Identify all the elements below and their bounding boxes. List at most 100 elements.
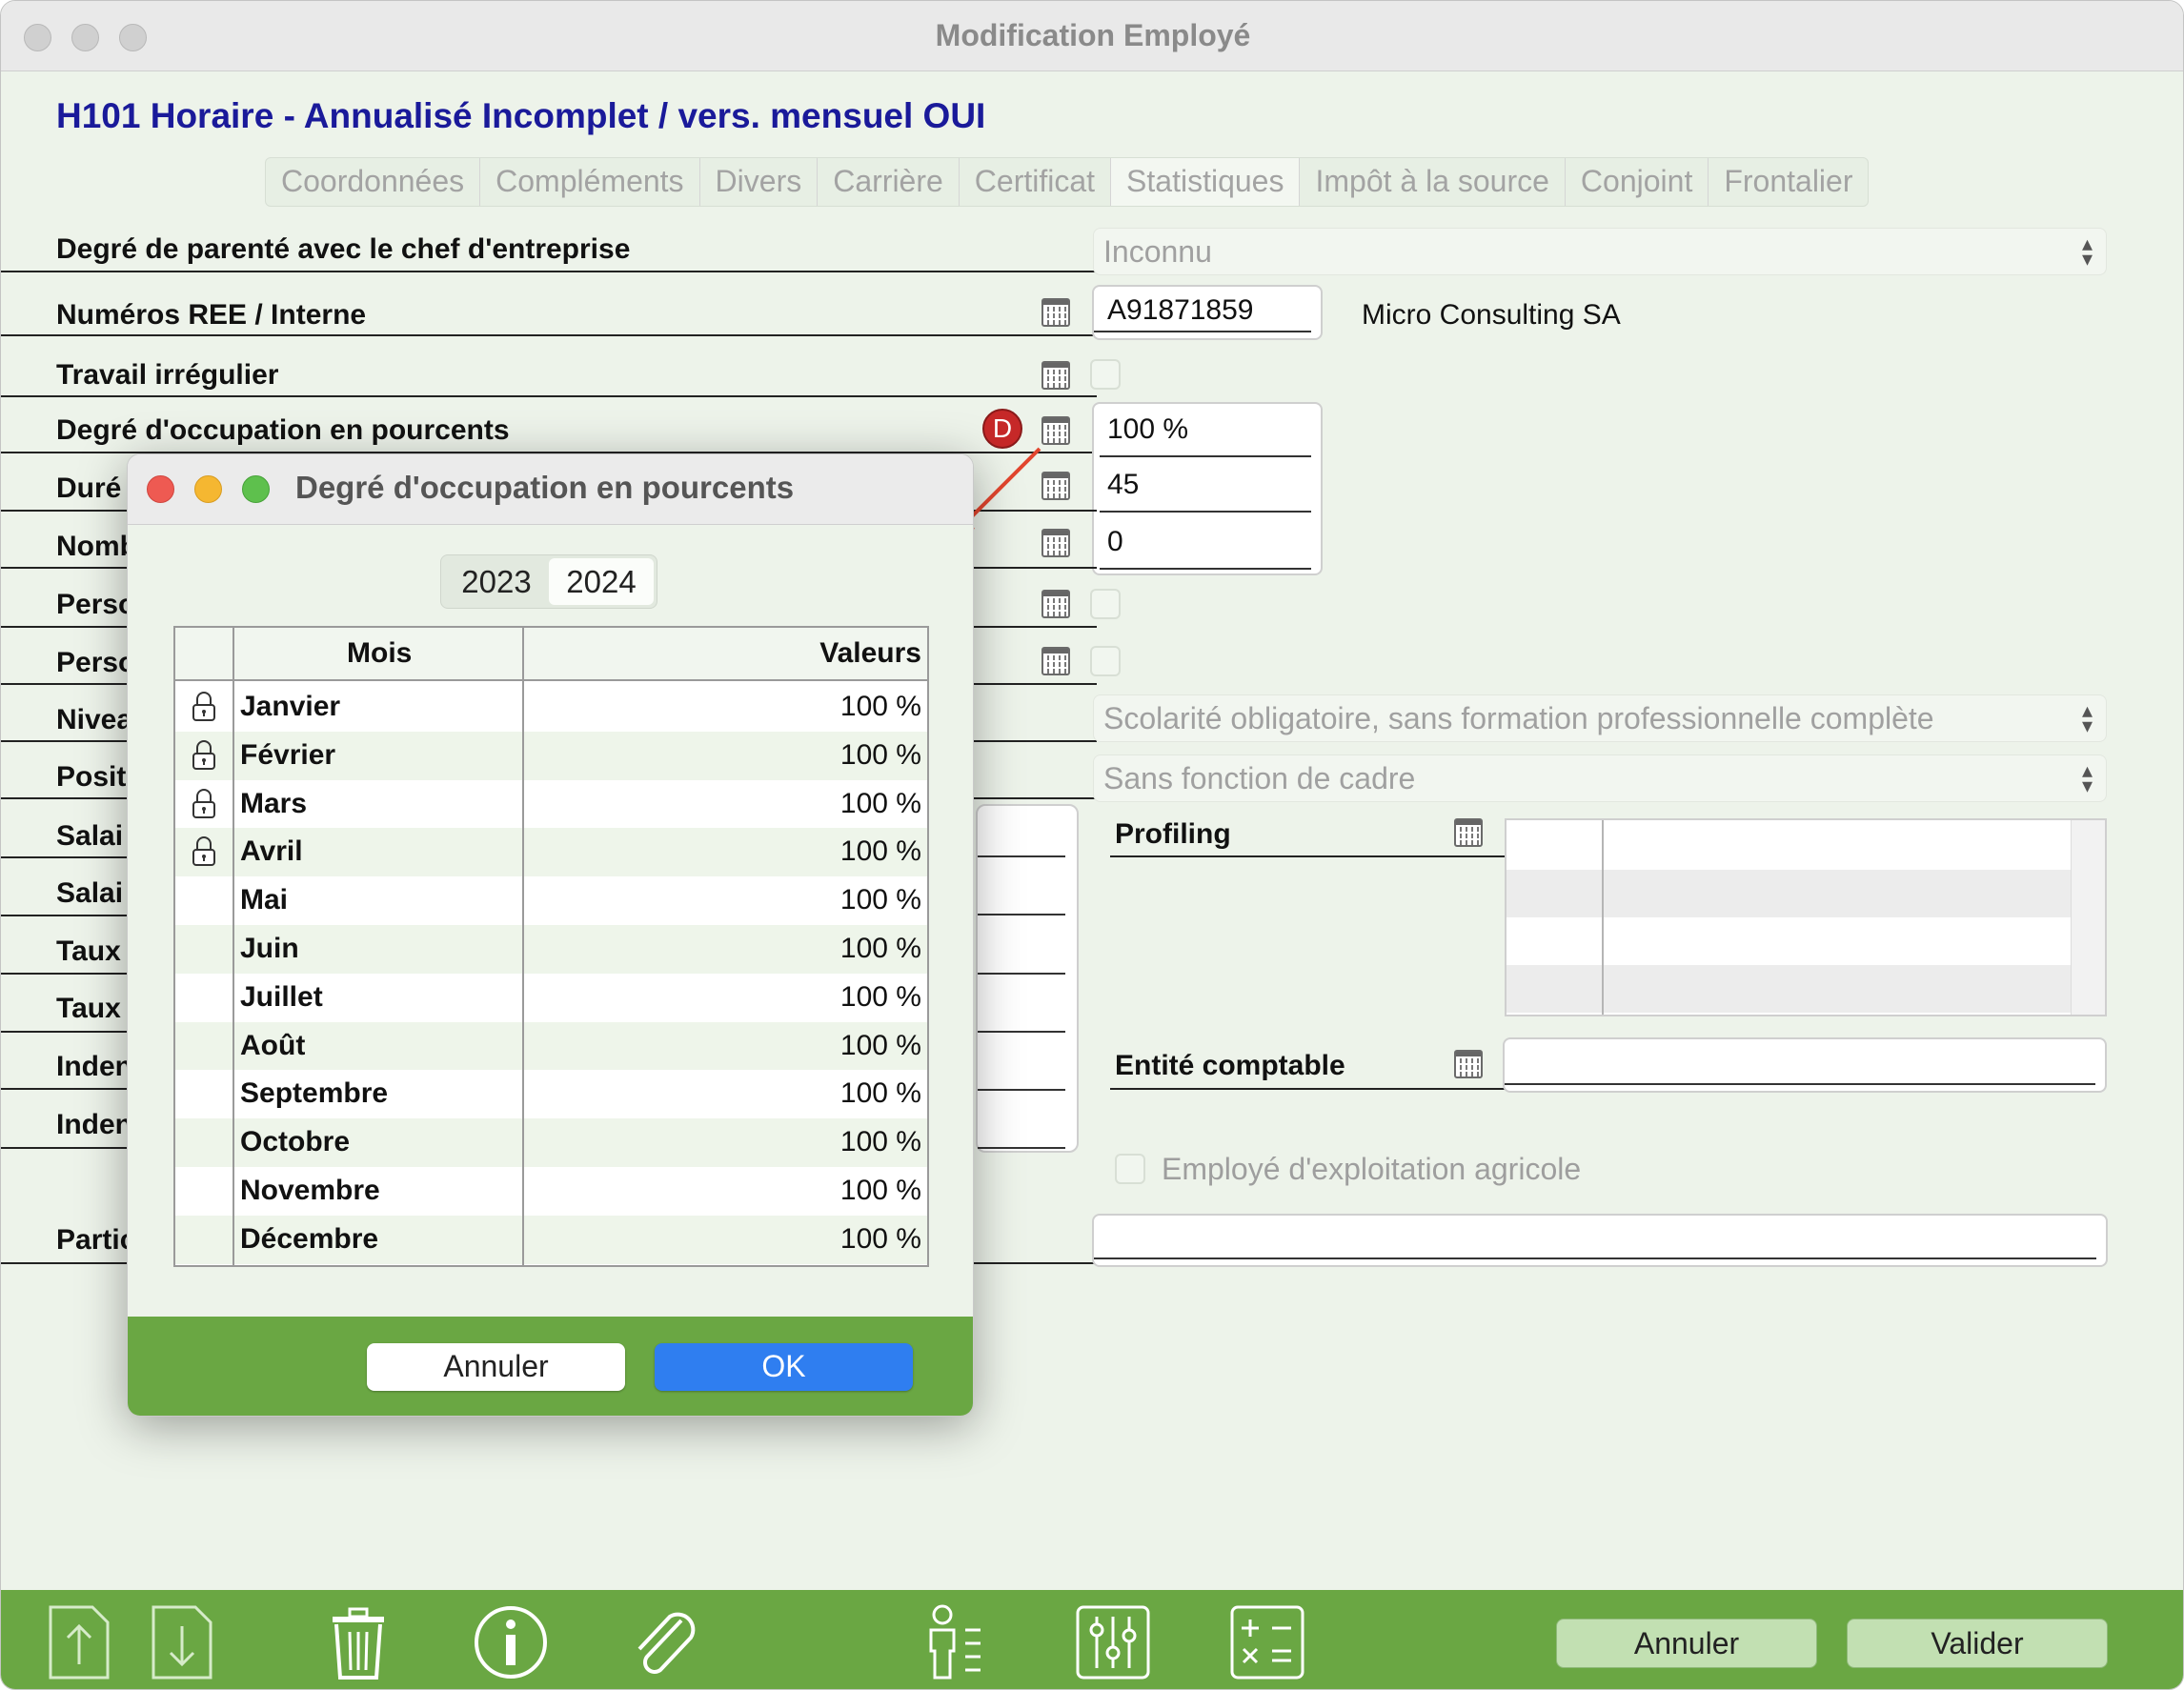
month-value[interactable]: 100 % [840, 1223, 921, 1256]
divider [1, 271, 1097, 272]
lock-icon[interactable] [191, 739, 217, 772]
dialog-minimize-button[interactable] [194, 475, 222, 503]
lock-icon[interactable] [191, 788, 217, 820]
table-row[interactable]: Juin 100 % [175, 925, 927, 974]
table-header: Mois Valeurs [175, 628, 927, 681]
calendar-icon[interactable] [1041, 361, 1070, 390]
list-row-stripe [1507, 870, 2071, 917]
calendar-icon[interactable] [1041, 472, 1070, 500]
dialog-zoom-button[interactable] [242, 475, 270, 503]
month-label: Novembre [240, 1175, 380, 1206]
month-label: Mars [240, 787, 308, 819]
month-value[interactable]: 100 % [840, 884, 921, 916]
employee-list-icon[interactable] [918, 1601, 1000, 1683]
tab-coordonnees[interactable]: Coordonnées [266, 158, 481, 206]
nombre-value[interactable]: 0 [1107, 526, 1123, 558]
niveau-select[interactable]: Scolarité obligatoire, sans formation pr… [1093, 694, 2107, 742]
tab-conjoint[interactable]: Conjoint [1566, 158, 1709, 206]
table-row[interactable]: Novembre 100 % [175, 1167, 927, 1216]
month-label: Juin [240, 933, 299, 964]
table-row[interactable]: Janvier 100 % [175, 683, 927, 732]
table-row[interactable]: Mai 100 % [175, 876, 927, 926]
month-value[interactable]: 100 % [840, 1126, 921, 1158]
tab-divers[interactable]: Divers [700, 158, 819, 206]
particularite-input[interactable] [1092, 1214, 2108, 1267]
dialog-close-button[interactable] [147, 475, 174, 503]
calendar-icon[interactable] [1041, 416, 1070, 445]
month-value[interactable]: 100 % [840, 739, 921, 772]
numeros-value: A91871859 [1107, 294, 1254, 326]
agricole-checkbox[interactable] [1115, 1154, 1145, 1184]
table-row[interactable]: Février 100 % [175, 731, 927, 780]
calculator-icon[interactable] [1226, 1601, 1308, 1683]
month-value[interactable]: 100 % [840, 933, 921, 965]
tab-impot-source[interactable]: Impôt à la source [1300, 158, 1566, 206]
degre-value[interactable]: 100 % [1107, 413, 1188, 446]
dialog-cancel-button[interactable]: Annuler [367, 1343, 625, 1391]
position-select[interactable]: Sans fonction de cadre ▴ ▾ [1093, 754, 2107, 802]
lock-icon[interactable] [191, 691, 217, 723]
divider [1, 915, 134, 916]
footer-cancel-button[interactable]: Annuler [1556, 1619, 1817, 1668]
tab-carriere[interactable]: Carrière [818, 158, 960, 206]
month-value[interactable]: 100 % [840, 835, 921, 868]
table-row[interactable]: Avril 100 % [175, 828, 927, 877]
month-value[interactable]: 100 % [840, 981, 921, 1014]
entite-input[interactable] [1503, 1037, 2107, 1093]
table-row[interactable]: Octobre 100 % [175, 1118, 927, 1168]
table-row[interactable]: Septembre 100 % [175, 1070, 927, 1119]
month-label: Janvier [240, 691, 341, 722]
table-row[interactable]: Mars 100 % [175, 779, 927, 829]
calendar-icon[interactable] [1041, 529, 1070, 557]
calendar-icon[interactable] [1454, 818, 1483, 847]
year-2024-tab[interactable]: 2024 [549, 558, 654, 605]
parente-select[interactable]: Inconnu ▴ ▾ [1093, 228, 2107, 275]
lock-icon[interactable] [191, 835, 217, 868]
calendar-icon[interactable] [1041, 590, 1070, 618]
calendar-icon[interactable] [1041, 647, 1070, 675]
tab-statistiques[interactable]: Statistiques [1111, 158, 1301, 206]
month-label: Octobre [240, 1126, 351, 1158]
travail-checkbox[interactable] [1090, 359, 1121, 390]
dialog-ok-button[interactable]: OK [655, 1343, 913, 1391]
table-row[interactable]: Juillet 100 % [175, 973, 927, 1022]
tab-certificat[interactable]: Certificat [960, 158, 1112, 206]
profiling-list[interactable] [1505, 818, 2107, 1016]
year-2023-tab[interactable]: 2023 [444, 558, 549, 605]
indemnite1-label: Inden [56, 1051, 132, 1082]
personne2-checkbox[interactable] [1090, 646, 1121, 676]
divider [1, 973, 134, 975]
attachment-icon[interactable] [622, 1601, 704, 1683]
export-icon[interactable] [39, 1601, 121, 1683]
settings-sliders-icon[interactable] [1072, 1601, 1154, 1683]
duree-value[interactable]: 45 [1107, 469, 1139, 501]
tab-frontalier[interactable]: Frontalier [1709, 158, 1868, 206]
month-value[interactable]: 100 % [840, 691, 921, 723]
underline [1505, 1083, 2095, 1085]
import-icon[interactable] [142, 1601, 224, 1683]
info-icon[interactable] [470, 1601, 552, 1683]
trash-icon[interactable] [317, 1601, 399, 1683]
underline [978, 1147, 1065, 1149]
month-value[interactable]: 100 % [840, 788, 921, 820]
d-badge-icon[interactable]: D [982, 409, 1022, 449]
month-value[interactable]: 100 % [840, 1030, 921, 1062]
column-header-mois[interactable]: Mois [347, 637, 412, 670]
table-row[interactable]: Décembre 100 % [175, 1215, 927, 1264]
calendar-icon[interactable] [1454, 1050, 1483, 1078]
column-header-valeurs[interactable]: Valeurs [819, 637, 921, 670]
month-value[interactable]: 100 % [840, 1175, 921, 1207]
table-row[interactable]: Août 100 % [175, 1021, 927, 1071]
list-scrollbar[interactable] [2071, 820, 2105, 1015]
taux1-label: Taux [56, 936, 121, 967]
personne1-checkbox[interactable] [1090, 589, 1121, 619]
numeros-input[interactable]: A91871859 [1092, 285, 1323, 340]
validate-button[interactable]: Valider [1847, 1619, 2108, 1668]
calendar-icon[interactable] [1041, 298, 1070, 327]
tab-complements[interactable]: Compléments [480, 158, 700, 206]
month-label: Décembre [240, 1222, 379, 1255]
salaire2-label: Salai [56, 877, 124, 909]
travail-label: Travail irrégulier [56, 359, 279, 391]
underline [978, 973, 1065, 975]
month-value[interactable]: 100 % [840, 1077, 921, 1110]
